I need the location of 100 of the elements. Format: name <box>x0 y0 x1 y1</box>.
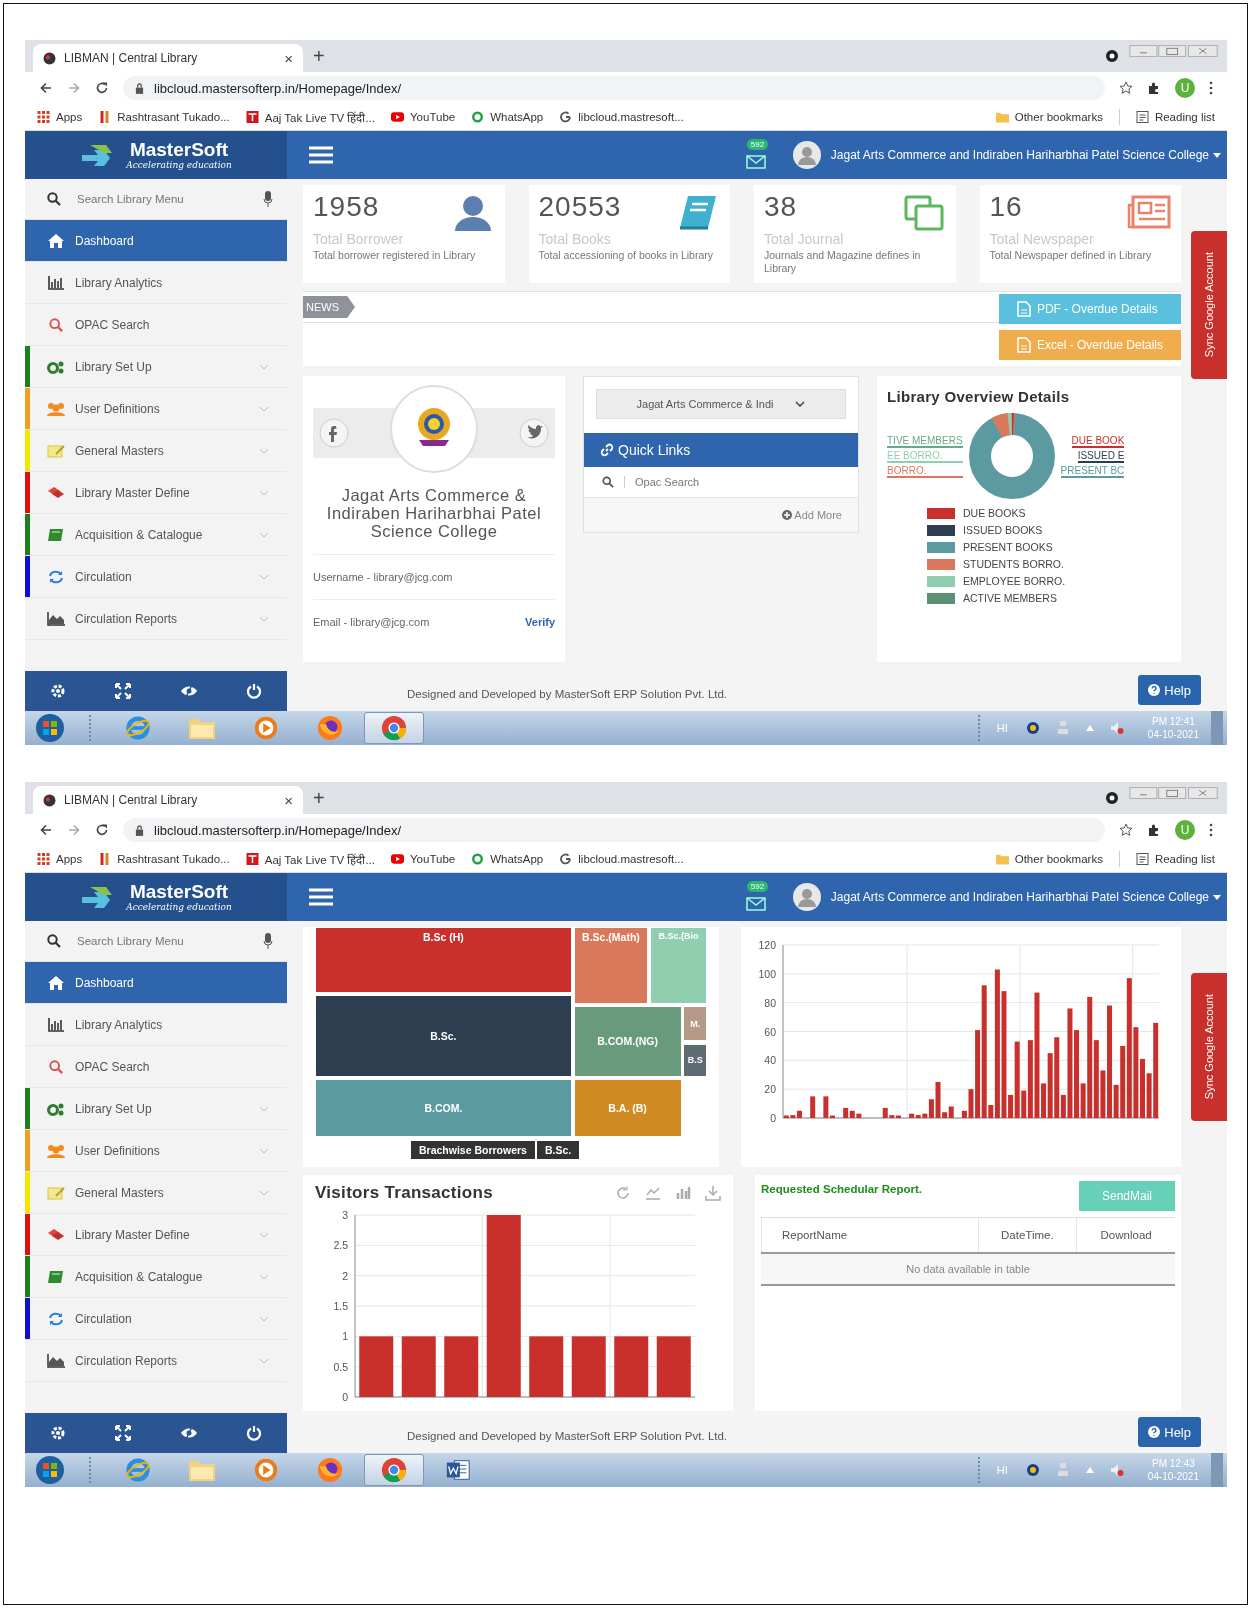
microphone-icon[interactable] <box>263 191 273 207</box>
menu-icon[interactable] <box>1209 81 1213 95</box>
bookmark-link[interactable]: Apps <box>37 111 83 123</box>
sidebar-item[interactable]: User Definitions <box>25 388 287 430</box>
sidebar-item[interactable]: Circulation <box>25 1298 287 1340</box>
sync-account-tab[interactable]: Sync Google Account <box>1191 973 1227 1121</box>
sidebar-item[interactable]: Library Set Up <box>25 1088 287 1130</box>
help-circle-icon[interactable] <box>1025 1463 1040 1477</box>
eye-slash-icon[interactable] <box>179 683 198 699</box>
sidebar-item[interactable]: Library Analytics <box>25 1004 287 1046</box>
taskbar-app[interactable] <box>364 1454 424 1486</box>
bookmark-link[interactable]: YouTube <box>391 111 456 123</box>
sidebar-item[interactable]: Dashboard <box>25 220 287 262</box>
back-icon[interactable] <box>39 81 53 95</box>
star-icon[interactable] <box>1119 81 1133 95</box>
twitter-icon[interactable] <box>519 418 549 448</box>
college-dropdown[interactable]: Jagat Arts Commerce and Indiraben Hariharbhai Patel Science College <box>830 148 1221 162</box>
help-circle-icon[interactable] <box>1025 721 1040 735</box>
bookmark-link[interactable]: libcloud.mastresoft... <box>559 853 684 865</box>
help-button[interactable]: Help <box>1138 675 1201 705</box>
sidebar-item[interactable]: General Masters <box>25 1172 287 1214</box>
bookmark-link[interactable]: WhatsApp <box>471 853 544 865</box>
close-tab-button[interactable]: × <box>284 791 293 809</box>
breadcrumb-item[interactable]: B.Sc. <box>536 1141 580 1159</box>
sidebar-item[interactable]: Circulation Reports <box>25 1340 287 1382</box>
reload-icon[interactable] <box>95 81 109 95</box>
sidebar-item[interactable]: Acquisition & Catalogue <box>25 514 287 556</box>
sidebar-item[interactable]: Dashboard <box>25 962 287 1004</box>
verify-link[interactable]: Verify <box>525 616 555 628</box>
sidebar-item[interactable]: General Masters <box>25 430 287 472</box>
menu-icon[interactable] <box>309 888 333 906</box>
logo-panel[interactable]: MasterSoft Accelerating education <box>25 131 287 179</box>
sidebar-item[interactable]: Library Master Define <box>25 472 287 514</box>
power-icon[interactable] <box>245 1425 264 1441</box>
avatar-icon[interactable] <box>792 141 821 169</box>
sidebar-item[interactable]: Circulation Reports <box>25 598 287 640</box>
address-bar[interactable]: libcloud.mastersofterp.in/Homepage/Index/ <box>123 818 1105 842</box>
reading-list-button[interactable]: Reading list <box>1135 111 1215 123</box>
sidebar-item[interactable]: Circulation <box>25 556 287 598</box>
bookmark-link[interactable]: Rashtrasant Tukado... <box>98 853 230 865</box>
treemap-tile[interactable]: B.Sc (H) <box>315 927 572 994</box>
record-icon[interactable] <box>1105 49 1119 63</box>
menu-icon[interactable] <box>1209 823 1213 837</box>
start-button[interactable] <box>35 1455 65 1485</box>
area-chart-icon <box>47 611 65 626</box>
search-icon <box>602 476 614 488</box>
reading-list-button[interactable]: Reading list <box>1135 853 1215 865</box>
start-button[interactable] <box>35 713 65 743</box>
bookmark-link[interactable]: Rashtrasant Tukado... <box>98 111 230 123</box>
extensions-icon[interactable] <box>1147 823 1161 837</box>
envelope-icon <box>745 155 766 169</box>
menu-icon[interactable] <box>309 146 333 164</box>
browser-tab[interactable]: LIBMAN | Central Library × <box>33 786 303 814</box>
extensions-icon[interactable] <box>1147 81 1161 95</box>
volume-muted-icon[interactable] <box>1109 1463 1124 1477</box>
sidebar-item[interactable]: User Definitions <box>25 1130 287 1172</box>
fullscreen-icon[interactable] <box>114 683 133 699</box>
bookmark-folder[interactable]: Other bookmarks <box>995 853 1103 865</box>
bookmark-link[interactable]: Apps <box>37 853 83 865</box>
new-tab-button[interactable]: + <box>313 44 325 68</box>
record-icon[interactable] <box>1105 791 1119 805</box>
sidebar-item[interactable]: Library Analytics <box>25 262 287 304</box>
menu-search-field[interactable]: Search Library Menu <box>75 192 249 206</box>
eye-slash-icon[interactable] <box>179 1425 198 1441</box>
browser-circle-icon <box>380 1457 408 1483</box>
star-icon[interactable] <box>1119 823 1133 837</box>
college-select[interactable]: Jagat Arts Commerce & Indi <box>596 389 846 419</box>
sync-account-tab[interactable]: Sync Google Account <box>1191 231 1227 379</box>
column-header[interactable]: DateTime. <box>977 1218 1077 1252</box>
close-tab-button[interactable]: × <box>284 49 293 67</box>
bookmark-link[interactable]: WhatsApp <box>471 111 544 123</box>
sidebar-item[interactable]: Library Set Up <box>25 346 287 388</box>
column-header[interactable]: ReportName <box>761 1218 978 1252</box>
treemap-tile[interactable]: B.S <box>683 1043 707 1078</box>
logo-panel[interactable]: MasterSoft Accelerating education <box>25 873 287 921</box>
power-icon[interactable] <box>245 683 264 699</box>
college-dropdown[interactable]: Jagat Arts Commerce and Indiraben Hariharbhai Patel Science College <box>830 890 1221 904</box>
treemap-tile[interactable]: B.Sc. <box>315 995 572 1078</box>
fullscreen-icon[interactable] <box>114 1425 133 1441</box>
reload-icon[interactable] <box>95 823 109 837</box>
browser-tab[interactable]: LIBMAN | Central Library × <box>33 44 303 72</box>
column-header[interactable]: Download <box>1076 1218 1175 1252</box>
taskbar-app[interactable] <box>364 712 424 744</box>
breadcrumb-item[interactable]: Brachwise Borrowers <box>411 1141 535 1159</box>
bookmark-link[interactable]: YouTube <box>391 853 456 865</box>
sidebar-item[interactable]: Acquisition & Catalogue <box>25 1256 287 1298</box>
help-button[interactable]: Help <box>1138 1417 1201 1447</box>
address-bar[interactable]: libcloud.mastersofterp.in/Homepage/Index/ <box>123 76 1105 100</box>
bookmark-link[interactable]: Aaj Tak Live TV हिंदी... <box>245 109 375 125</box>
bookmark-folder[interactable]: Other bookmarks <box>995 111 1103 123</box>
menu-search-field[interactable]: Search Library Menu <box>75 934 249 948</box>
microphone-icon[interactable] <box>263 933 273 949</box>
avatar-icon[interactable] <box>792 883 821 911</box>
sidebar-item[interactable]: Library Master Define <box>25 1214 287 1256</box>
new-tab-button[interactable]: + <box>313 786 325 810</box>
bookmark-link[interactable]: Aaj Tak Live TV हिंदी... <box>245 851 375 867</box>
volume-muted-icon[interactable] <box>1109 721 1124 735</box>
facebook-icon[interactable] <box>319 418 349 448</box>
back-icon[interactable] <box>39 823 53 837</box>
bookmark-link[interactable]: libcloud.mastresoft... <box>559 111 684 123</box>
